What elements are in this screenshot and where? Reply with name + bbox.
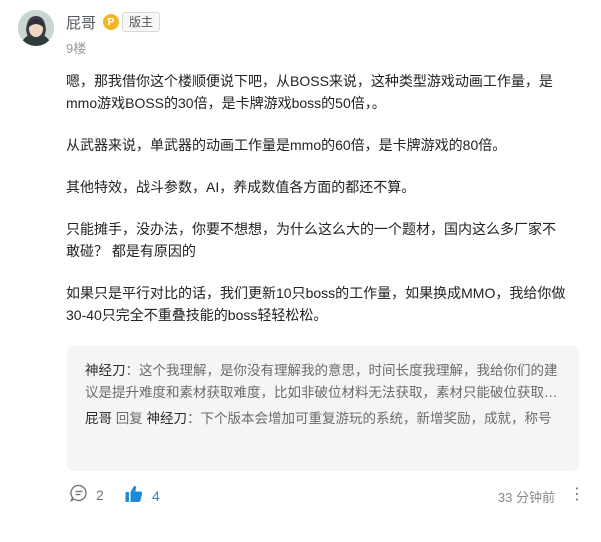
more-icon[interactable]: ⋮ — [569, 484, 585, 504]
role-badge: 版主 — [122, 12, 161, 32]
reply-word: 回复 — [115, 411, 143, 426]
reply-text: 这个我理解，是你没有理解我的意思，时间长度我理解，我给你们的建议是提升难度和素材… — [85, 363, 558, 400]
reply-list[interactable]: 神经刀：这个我理解，是你没有理解我的意思，时间长度我理解，我给你们的建议是提升难… — [67, 346, 579, 471]
thumbs-up-icon — [124, 484, 144, 507]
like-count: 4 — [152, 487, 160, 504]
level-badge: P — [103, 14, 119, 30]
comment-icon — [70, 484, 88, 505]
post-paragraph: 其他特效，战斗参数，AI，养成数值各方面的都还不算。 — [66, 179, 416, 195]
floor-number: 9楼 — [66, 41, 87, 56]
reply-item[interactable]: 屁哥 回复 神经刀：下个版本会增加可重复游玩的系统，新增奖励，成就，称号 — [85, 408, 561, 430]
reply-separator: ： — [187, 411, 201, 426]
post-paragraph: 只能摊手，没办法，你要不想想，为什么这么大的一个题材，国内这么多厂家不敢碰？ 都… — [66, 221, 556, 259]
reply-text: 下个版本会增加可重复游玩的系统，新增奖励，成就，称号 — [200, 411, 552, 426]
comment-button[interactable]: 2 — [70, 484, 104, 505]
reply-author[interactable]: 神经刀 — [85, 363, 126, 378]
post-time: 33 分钟前 — [497, 490, 555, 505]
reply-item[interactable]: 神经刀：这个我理解，是你没有理解我的意思，时间长度我理解，我给你们的建议是提升难… — [85, 360, 561, 404]
action-bar: 2 4 33 分钟前 ⋮ — [70, 484, 585, 508]
post-paragraph: 如果只是平行对比的话，我们更新10只boss的工作量，如果换成MMO，我给你做3… — [66, 285, 566, 323]
reply-separator: ： — [125, 363, 140, 378]
post-paragraph: 嗯，那我借你这个楼顺便说下吧，从BOSS来说，这种类型游戏动画工作量，是mmo游… — [66, 73, 553, 111]
like-button[interactable]: 4 — [124, 484, 160, 507]
post-content: 嗯，那我借你这个楼顺便说下吧，从BOSS来说，这种类型游戏动画工作量，是mmo游… — [66, 70, 566, 346]
reply-author[interactable]: 屁哥 — [85, 411, 112, 426]
comment-count: 2 — [96, 486, 104, 503]
reply-target[interactable]: 神经刀 — [147, 411, 188, 426]
avatar[interactable] — [18, 10, 54, 46]
post-paragraph: 从武器来说，单武器的动画工作量是mmo的60倍，是卡牌游戏的80倍。 — [66, 137, 507, 153]
username[interactable]: 屁哥 — [66, 12, 96, 33]
